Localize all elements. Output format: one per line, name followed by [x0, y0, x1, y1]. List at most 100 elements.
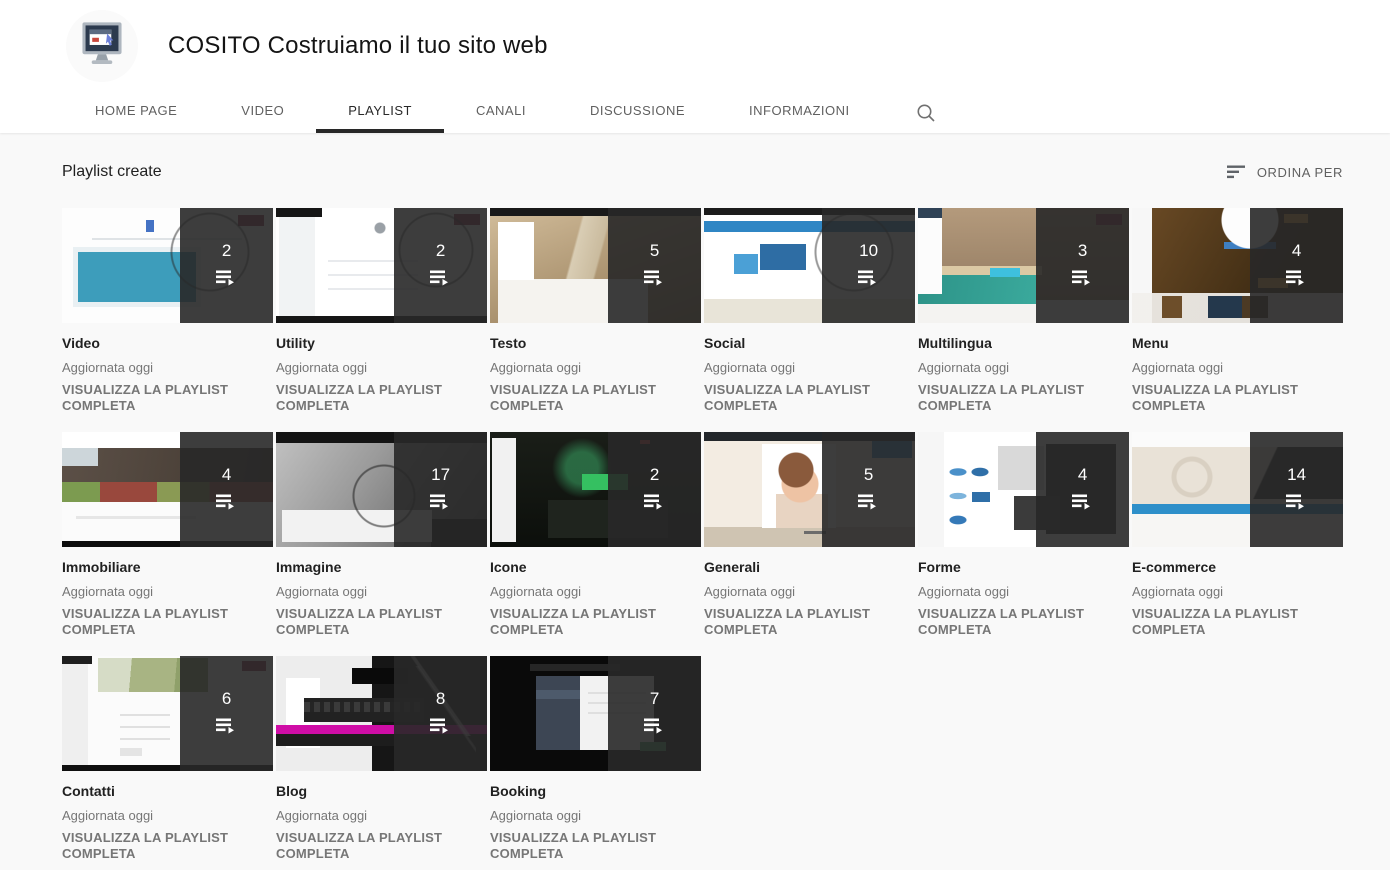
channel-title: COSITO Costruiamo il tuo sito web: [168, 32, 548, 60]
playlist-icon: [1072, 268, 1094, 288]
playlist-thumbnail[interactable]: 4: [1132, 208, 1343, 323]
video-count: 4: [1292, 242, 1301, 259]
playlist-updated: Aggiornata oggi: [62, 584, 273, 599]
video-count: 2: [650, 466, 659, 483]
playlist-title[interactable]: Blog: [276, 783, 487, 799]
playlist-updated: Aggiornata oggi: [490, 808, 701, 823]
tab-home[interactable]: HOME PAGE: [63, 92, 209, 133]
playlist-thumbnail[interactable]: 4: [918, 432, 1129, 547]
playlist-meta: Social Aggiornata oggi VISUALIZZA LA PLA…: [704, 323, 915, 414]
playlist-updated: Aggiornata oggi: [918, 360, 1129, 375]
playlist-count-overlay: 17: [394, 432, 487, 547]
playlist-thumbnail[interactable]: 5: [490, 208, 701, 323]
playlist-title[interactable]: Multilingua: [918, 335, 1129, 351]
playlist-icon: [858, 268, 880, 288]
view-full-playlist-link[interactable]: VISUALIZZA LA PLAYLIST COMPLETA: [1132, 382, 1302, 414]
tab-discussione[interactable]: DISCUSSIONE: [558, 92, 717, 133]
playlist-thumbnail[interactable]: 17: [276, 432, 487, 547]
view-full-playlist-link[interactable]: VISUALIZZA LA PLAYLIST COMPLETA: [490, 830, 660, 862]
playlist-meta: Forme Aggiornata oggi VISUALIZZA LA PLAY…: [918, 547, 1129, 638]
playlist-count-overlay: 5: [822, 432, 915, 547]
view-full-playlist-link[interactable]: VISUALIZZA LA PLAYLIST COMPLETA: [490, 382, 660, 414]
playlist-title[interactable]: Generali: [704, 559, 915, 575]
video-count: 2: [222, 242, 231, 259]
playlist-meta: Utility Aggiornata oggi VISUALIZZA LA PL…: [276, 323, 487, 414]
playlist-card: 2 Utility Aggiornata oggi VISUALIZZA LA …: [276, 208, 487, 414]
playlist-title[interactable]: Icone: [490, 559, 701, 575]
channel-search-button[interactable]: [882, 92, 970, 133]
playlist-icon: [644, 716, 666, 736]
playlist-updated: Aggiornata oggi: [276, 360, 487, 375]
playlist-title[interactable]: Utility: [276, 335, 487, 351]
playlist-thumbnail[interactable]: 8: [276, 656, 487, 771]
tab-informazioni[interactable]: INFORMAZIONI: [717, 92, 882, 133]
video-count: 7: [650, 690, 659, 707]
playlist-thumbnail[interactable]: 3: [918, 208, 1129, 323]
video-count: 8: [436, 690, 445, 707]
video-count: 4: [222, 466, 231, 483]
playlist-count-overlay: 3: [1036, 208, 1129, 323]
playlist-updated: Aggiornata oggi: [490, 360, 701, 375]
playlist-thumbnail[interactable]: 7: [490, 656, 701, 771]
video-count: 3: [1078, 242, 1087, 259]
playlist-title[interactable]: Booking: [490, 783, 701, 799]
playlist-meta: Booking Aggiornata oggi VISUALIZZA LA PL…: [490, 771, 701, 862]
playlist-updated: Aggiornata oggi: [62, 360, 273, 375]
tab-video[interactable]: VIDEO: [209, 92, 316, 133]
playlist-grid: 2 Video Aggiornata oggi VISUALIZZA LA PL…: [62, 208, 1343, 862]
playlist-updated: Aggiornata oggi: [276, 808, 487, 823]
playlist-icon: [644, 492, 666, 512]
playlist-title[interactable]: Social: [704, 335, 915, 351]
playlist-page: Playlist create ORDINA PER 2: [0, 133, 1390, 862]
view-full-playlist-link[interactable]: VISUALIZZA LA PLAYLIST COMPLETA: [276, 382, 446, 414]
playlist-icon: [216, 268, 238, 288]
view-full-playlist-link[interactable]: VISUALIZZA LA PLAYLIST COMPLETA: [704, 382, 874, 414]
playlist-count-overlay: 8: [394, 656, 487, 771]
tab-playlist[interactable]: PLAYLIST: [316, 92, 444, 133]
playlist-updated: Aggiornata oggi: [276, 584, 487, 599]
playlist-title[interactable]: Video: [62, 335, 273, 351]
playlist-title[interactable]: Immagine: [276, 559, 487, 575]
playlist-updated: Aggiornata oggi: [704, 360, 915, 375]
playlist-thumbnail[interactable]: 14: [1132, 432, 1343, 547]
view-full-playlist-link[interactable]: VISUALIZZA LA PLAYLIST COMPLETA: [276, 830, 446, 862]
playlist-title[interactable]: Testo: [490, 335, 701, 351]
playlist-meta: Immagine Aggiornata oggi VISUALIZZA LA P…: [276, 547, 487, 638]
playlist-thumbnail[interactable]: 4: [62, 432, 273, 547]
playlist-icon: [216, 716, 238, 736]
view-full-playlist-link[interactable]: VISUALIZZA LA PLAYLIST COMPLETA: [62, 830, 232, 862]
playlist-count-overlay: 4: [1036, 432, 1129, 547]
playlist-thumbnail[interactable]: 6: [62, 656, 273, 771]
view-full-playlist-link[interactable]: VISUALIZZA LA PLAYLIST COMPLETA: [276, 606, 446, 638]
playlist-card: 7 Booking Aggiornata oggi VISUALIZZA LA …: [490, 656, 701, 862]
playlist-thumbnail[interactable]: 2: [276, 208, 487, 323]
tab-canali[interactable]: CANALI: [444, 92, 558, 133]
playlist-thumbnail[interactable]: 10: [704, 208, 915, 323]
playlist-title[interactable]: E-commerce: [1132, 559, 1343, 575]
playlist-thumbnail[interactable]: 5: [704, 432, 915, 547]
playlist-card: 17 Immagine Aggiornata oggi VISUALIZZA L…: [276, 432, 487, 638]
view-full-playlist-link[interactable]: VISUALIZZA LA PLAYLIST COMPLETA: [1132, 606, 1302, 638]
playlist-meta: E-commerce Aggiornata oggi VISUALIZZA LA…: [1132, 547, 1343, 638]
playlist-title[interactable]: Forme: [918, 559, 1129, 575]
playlist-icon: [216, 492, 238, 512]
video-count: 6: [222, 690, 231, 707]
playlist-meta: Video Aggiornata oggi VISUALIZZA LA PLAY…: [62, 323, 273, 414]
view-full-playlist-link[interactable]: VISUALIZZA LA PLAYLIST COMPLETA: [918, 382, 1088, 414]
playlist-title[interactable]: Menu: [1132, 335, 1343, 351]
playlist-updated: Aggiornata oggi: [918, 584, 1129, 599]
playlist-title[interactable]: Contatti: [62, 783, 273, 799]
sort-button[interactable]: ORDINA PER: [1227, 165, 1343, 180]
playlist-thumbnail[interactable]: 2: [490, 432, 701, 547]
playlist-card: 4 Forme Aggiornata oggi VISUALIZZA LA PL…: [918, 432, 1129, 638]
playlist-count-overlay: 4: [180, 432, 273, 547]
view-full-playlist-link[interactable]: VISUALIZZA LA PLAYLIST COMPLETA: [704, 606, 874, 638]
video-count: 2: [436, 242, 445, 259]
playlist-title[interactable]: Immobiliare: [62, 559, 273, 575]
view-full-playlist-link[interactable]: VISUALIZZA LA PLAYLIST COMPLETA: [918, 606, 1088, 638]
view-full-playlist-link[interactable]: VISUALIZZA LA PLAYLIST COMPLETA: [62, 606, 232, 638]
playlist-thumbnail[interactable]: 2: [62, 208, 273, 323]
playlist-card: 2 Icone Aggiornata oggi VISUALIZZA LA PL…: [490, 432, 701, 638]
view-full-playlist-link[interactable]: VISUALIZZA LA PLAYLIST COMPLETA: [490, 606, 660, 638]
view-full-playlist-link[interactable]: VISUALIZZA LA PLAYLIST COMPLETA: [62, 382, 232, 414]
